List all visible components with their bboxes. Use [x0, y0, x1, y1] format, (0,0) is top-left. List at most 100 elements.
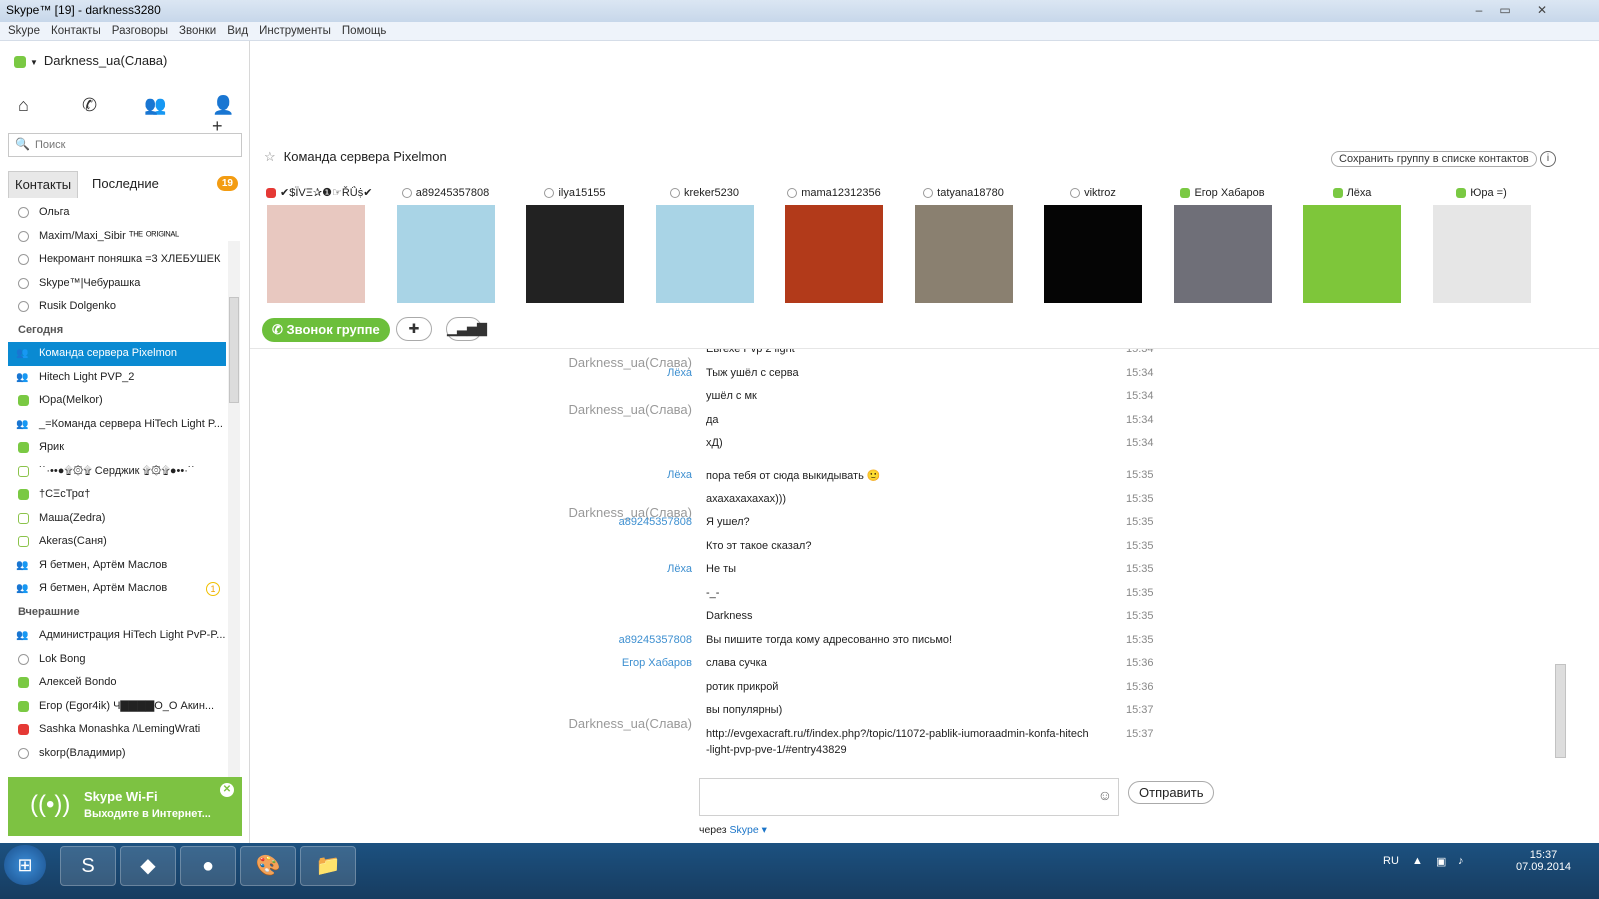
avatar[interactable] — [267, 205, 365, 303]
contact-item[interactable]: ˙˙·••●۩۞۩ Серджик ۩۞۩●••·˙˙ — [8, 460, 226, 484]
save-group-button[interactable]: Сохранить группу в списке контактов — [1331, 151, 1537, 167]
folder-taskbar-icon[interactable]: 📁 — [300, 846, 356, 886]
avatar[interactable] — [1173, 205, 1272, 303]
member-card[interactable]: kreker5230 — [655, 185, 755, 303]
contact-item[interactable]: skorp(Владимир) — [8, 742, 226, 766]
contact-item[interactable]: 👥 _=Команда сервера HiTech Light P... — [8, 413, 226, 437]
call-group-button[interactable]: ✆ Звонок группе — [262, 318, 390, 342]
contact-item[interactable]: Rusik Dolgenko — [8, 295, 226, 319]
member-card[interactable]: Лёха — [1302, 185, 1402, 303]
contact-item[interactable]: Ярик — [8, 436, 226, 460]
tray-arrow-icon[interactable]: ▲ — [1412, 855, 1423, 867]
contact-item[interactable]: Маша(Zedra) — [8, 507, 226, 531]
message-author[interactable]: a89245357808 — [619, 516, 692, 528]
menu-conversations[interactable]: Разговоры — [112, 22, 168, 40]
message-author[interactable]: Лёха — [667, 563, 692, 575]
contact-item[interactable]: 👥 Администрация HiTech Light PvP-P... — [8, 624, 226, 648]
contact-item[interactable]: †СΞсТрα† — [8, 483, 226, 507]
group-icon[interactable]: 👥 — [144, 95, 166, 116]
start-button[interactable]: ⊞ — [4, 845, 46, 885]
menu-view[interactable]: Вид — [227, 22, 248, 40]
member-card[interactable]: viktroz — [1043, 185, 1143, 303]
avatar[interactable] — [396, 205, 495, 303]
avatar[interactable] — [1044, 205, 1142, 303]
contact-item[interactable]: Akeras(Саня) — [8, 530, 226, 554]
tab-contacts[interactable]: Контакты — [8, 171, 79, 198]
close-icon[interactable]: ✕ — [220, 783, 234, 797]
contact-item[interactable]: 👥 Я бетмен, Артём Маслов 1 — [8, 577, 226, 601]
avatar[interactable] — [785, 205, 883, 303]
language-indicator[interactable]: RU — [1383, 855, 1399, 867]
minimize-button[interactable]: – — [1467, 1, 1491, 19]
tab-recent[interactable]: Последние — [86, 171, 165, 197]
profile-status[interactable]: ▼ Darkness_ua(Слава) — [14, 53, 167, 68]
message-author[interactable]: Егор Хабаров — [622, 657, 692, 669]
send-button[interactable]: Отправить — [1128, 781, 1215, 804]
contact-item[interactable]: Maxim/Maxi_Sibir ᵀᴴᴱ ᴼᴿᴵᴳᴵᴺᴬᴸ — [8, 225, 226, 249]
chat-scrollbar[interactable] — [1552, 348, 1566, 768]
clock[interactable]: 15:37 07.09.2014 — [1516, 849, 1571, 873]
search-input[interactable] — [33, 134, 237, 156]
home-icon[interactable]: ⌂ — [18, 95, 29, 116]
network-icon[interactable]: ▣ — [1436, 855, 1446, 868]
launcher-taskbar-icon[interactable]: ◆ — [120, 846, 176, 886]
contact-item[interactable]: 👥 Команда сервера Pixelmon — [8, 342, 226, 366]
menu-tools[interactable]: Инструменты — [259, 22, 331, 40]
skype-taskbar-icon[interactable]: S — [60, 846, 116, 886]
member-card[interactable]: Юра =) — [1432, 185, 1532, 303]
firefox-taskbar-icon[interactable]: ● — [180, 846, 236, 886]
contact-item[interactable]: Юра(Melkor) — [8, 389, 226, 413]
online-status-icon[interactable] — [14, 55, 26, 68]
call-quality-icon[interactable]: ▁▃▅▇ — [446, 317, 487, 341]
profile-name[interactable]: Darkness_ua(Слава) — [44, 53, 167, 68]
scroll-thumb[interactable] — [229, 297, 239, 403]
contact-list-scrollbar[interactable] — [228, 241, 240, 809]
star-icon[interactable]: ☆ — [264, 149, 276, 164]
menu-skype[interactable]: Skype — [8, 22, 40, 40]
avatar[interactable] — [914, 205, 1013, 303]
via-service-dropdown[interactable]: Skype ▾ — [730, 824, 767, 836]
member-card[interactable]: Егор Хабаров — [1173, 185, 1273, 303]
close-button[interactable]: ✕ — [1530, 1, 1554, 19]
contact-item[interactable]: 👥 Hitech Light PVP_2 — [8, 366, 226, 390]
contact-item[interactable]: Алексей Bondo — [8, 671, 226, 695]
contact-item[interactable]: Ольга — [8, 201, 226, 225]
menu-calls[interactable]: Звонки — [179, 22, 216, 40]
volume-icon[interactable]: ♪ — [1458, 855, 1464, 867]
contact-item[interactable]: Некромант поняшка =3 ХЛЕБУШЕК — [8, 248, 226, 272]
paint-taskbar-icon[interactable]: 🎨 — [240, 846, 296, 886]
member-card[interactable]: ✔$ΪVΞ✰❶☞ŘǗṩ✔ — [266, 185, 372, 303]
message-input[interactable]: ☺ — [699, 778, 1119, 816]
wifi-banner[interactable]: ((•)) Skype Wi-Fi Выходите в Интернет...… — [8, 777, 242, 836]
avatar[interactable] — [526, 205, 624, 303]
message-author[interactable]: a89245357808 — [619, 634, 692, 646]
contact-item[interactable]: Sashka Monashka /\LemingWrati — [8, 718, 226, 742]
message-author[interactable]: Лёха — [667, 367, 692, 379]
avatar[interactable] — [1432, 205, 1531, 303]
add-button[interactable]: ✚ — [396, 317, 432, 341]
member-card[interactable]: a89245357808 — [396, 185, 496, 303]
chevron-down-icon[interactable]: ▼ — [30, 58, 38, 67]
avatar[interactable] — [655, 205, 754, 303]
info-icon[interactable]: i — [1540, 151, 1556, 167]
menu-help[interactable]: Помощь — [342, 22, 386, 40]
contact-item[interactable]: Lok Bong — [8, 648, 226, 672]
member-card[interactable]: tatyana18780 — [914, 185, 1014, 303]
message-link[interactable]: -light-pvp-pve-1/#entry43829 — [706, 744, 847, 756]
message-author[interactable]: Darkness_ua(Слава) — [264, 716, 692, 731]
contact-item[interactable]: 👥 Я бетмен, Артём Маслов — [8, 554, 226, 578]
message-author[interactable]: Darkness_ua(Слава) — [264, 402, 692, 417]
menu-contacts[interactable]: Контакты — [51, 22, 101, 40]
message-author[interactable]: Лёха — [667, 469, 692, 481]
message-link[interactable]: http://evgexacraft.ru/f/index.php?/topic… — [706, 728, 1089, 740]
member-card[interactable]: ilya15155 — [525, 185, 625, 303]
contact-item[interactable]: Егор (Egor4ik) Ч▇▇▇▇O_O Акин... — [8, 695, 226, 719]
emoticon-icon[interactable]: ☺ — [1098, 787, 1112, 803]
contact-item[interactable]: Skype™|Чебурашка — [8, 272, 226, 296]
add-contact-icon[interactable]: 👤+ — [212, 95, 242, 137]
phone-icon[interactable]: ✆ — [82, 95, 97, 116]
message-author[interactable]: Darkness_ua(Слава) — [264, 355, 692, 370]
avatar[interactable] — [1303, 205, 1401, 303]
maximize-button[interactable]: ▭ — [1493, 1, 1517, 19]
scroll-thumb[interactable] — [1555, 664, 1566, 758]
